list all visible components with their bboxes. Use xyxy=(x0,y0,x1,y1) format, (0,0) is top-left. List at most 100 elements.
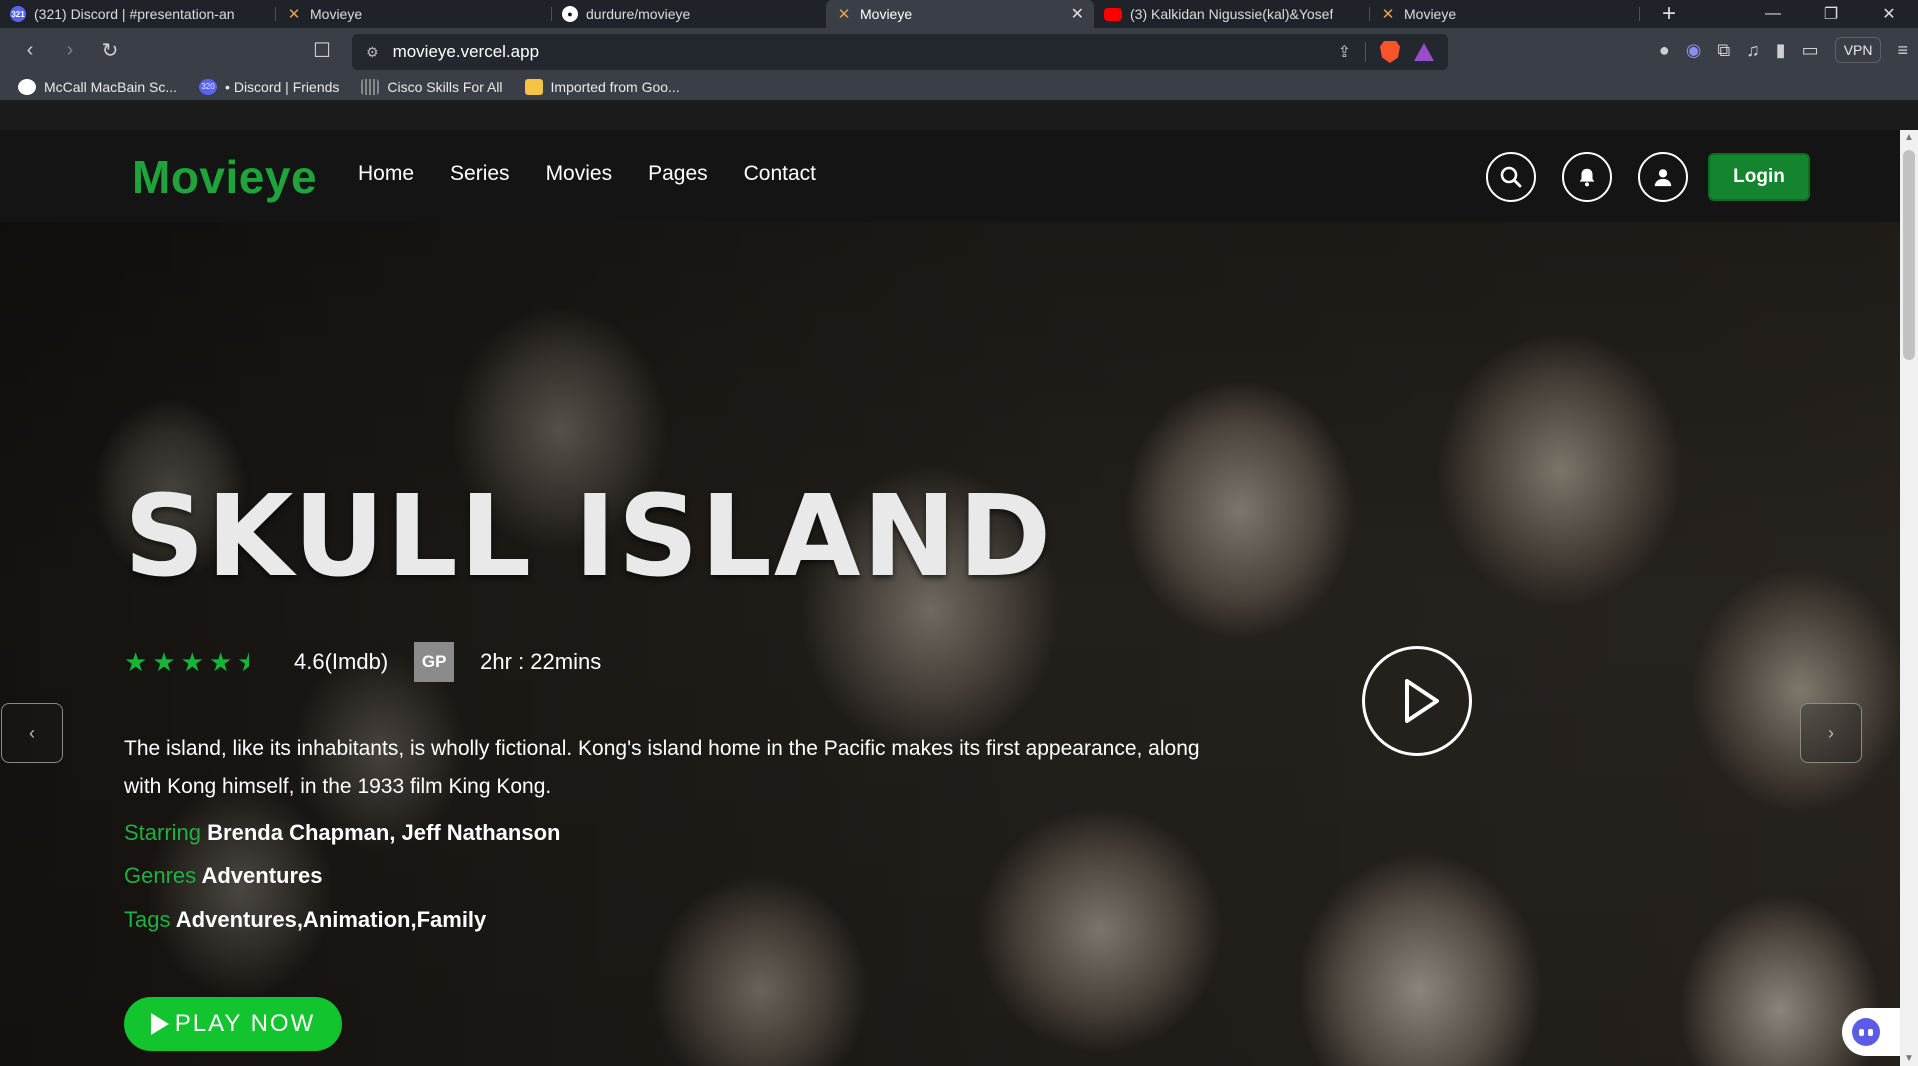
play-icon xyxy=(150,1013,169,1035)
tags-value: Adventures,Animation,Family xyxy=(175,907,487,932)
star-icon: ★ xyxy=(152,646,176,677)
star-icon: ★ xyxy=(124,646,148,677)
bookmark-item[interactable]: McCall MacBain Sc... xyxy=(18,79,177,95)
tab-label: (3) Kalkidan Nigussie(kal)&Yosef xyxy=(1130,6,1334,22)
login-button[interactable]: Login xyxy=(1708,153,1810,201)
nav-contact[interactable]: Contact xyxy=(744,162,816,186)
play-now-button[interactable]: PLAY NOW xyxy=(124,997,342,1051)
site-icon xyxy=(18,79,36,95)
assistant-icon xyxy=(1852,1018,1880,1046)
imdb-rating: 4.6(Imdb) xyxy=(294,649,389,674)
movie-meta: ★ ★ ★ ★ ★ 4.6(Imdb) GP 2hr : 22mins xyxy=(124,642,601,682)
notifications-button[interactable] xyxy=(1562,152,1612,202)
hero-banner: SKULL ISLAND ★ ★ ★ ★ ★ 4.6(Imdb) GP 2hr … xyxy=(0,222,1900,1066)
main-nav: Home Series Movies Pages Contact xyxy=(358,162,816,186)
genres-label: Genres xyxy=(124,863,197,888)
cisco-icon xyxy=(361,79,380,95)
scrollbar-thumb[interactable] xyxy=(1903,150,1915,360)
profile-button[interactable] xyxy=(1638,152,1688,202)
movie-title: SKULL ISLAND xyxy=(124,472,1054,602)
tab-label: (321) Discord | #presentation-an xyxy=(34,6,235,22)
slider-prev-button[interactable]: ‹ xyxy=(1,703,63,763)
back-icon[interactable]: ‹ xyxy=(10,34,50,66)
movieye-icon: ✕ xyxy=(837,6,851,23)
discord-icon: 321 xyxy=(10,6,26,22)
browser-tab-active[interactable]: ✕ Movieye ✕ xyxy=(826,0,1094,28)
address-bar[interactable]: ⚙ movieye.vercel.app ⇪ xyxy=(352,34,1448,70)
star-icon: ★ xyxy=(208,646,233,677)
duration: 2hr : 22mins xyxy=(480,649,602,674)
movieye-icon: ✕ xyxy=(1381,6,1395,23)
site-settings-icon[interactable]: ⚙ xyxy=(366,44,379,61)
bookmark-item[interactable]: Cisco Skills For All xyxy=(361,79,503,95)
github-icon: ● xyxy=(562,6,578,22)
movieye-icon: ✕ xyxy=(287,6,301,23)
brave-rewards-icon[interactable] xyxy=(1414,43,1434,61)
genres-value: Adventures xyxy=(201,863,323,888)
reload-icon[interactable]: ↻ xyxy=(90,34,130,66)
minimize-icon[interactable]: — xyxy=(1744,0,1802,28)
browser-tab[interactable]: ✕ Movieye xyxy=(276,0,552,28)
play-now-text[interactable]: play Now xyxy=(1498,688,1605,716)
discord-icon: 320 xyxy=(199,79,218,95)
menu-icon[interactable]: ≡ xyxy=(1897,40,1908,61)
browser-tab-bar: 321 (321) Discord | #presentation-an ✕ M… xyxy=(0,0,1918,28)
close-window-icon[interactable]: ✕ xyxy=(1860,0,1918,28)
extensions-puzzle-icon[interactable]: ⧉ xyxy=(1717,40,1730,61)
scroll-up-icon[interactable]: ▲ xyxy=(1904,132,1914,143)
certificate-badge: GP xyxy=(414,642,455,682)
browser-tab[interactable]: (3) Kalkidan Nigussie(kal)&Yosef xyxy=(1094,0,1370,28)
close-tab-icon[interactable]: ✕ xyxy=(1071,4,1084,24)
user-icon xyxy=(1654,169,1672,187)
starring-label: Starring xyxy=(124,820,202,845)
half-star-icon: ★ xyxy=(237,646,250,677)
star-rating: ★ ★ ★ ★ ★ xyxy=(124,647,264,678)
page-viewport: Movieye Home Series Movies Pages Contact… xyxy=(0,130,1900,1066)
chevron-left-icon: ‹ xyxy=(29,722,35,743)
site-header: Movieye Home Series Movies Pages Contact… xyxy=(0,130,1900,222)
starring-value: Brenda Chapman, Jeff Nathanson xyxy=(207,820,561,845)
wallet-icon[interactable]: ▭ xyxy=(1802,40,1819,61)
search-button[interactable] xyxy=(1486,152,1536,202)
vpn-button[interactable]: VPN xyxy=(1834,37,1882,63)
page-scrollbar[interactable]: ▲ ▼ xyxy=(1900,130,1918,1066)
media-icon[interactable]: ♫ xyxy=(1746,40,1760,61)
nav-pages[interactable]: Pages xyxy=(648,162,708,186)
nav-series[interactable]: Series xyxy=(450,162,510,186)
play-icon xyxy=(1405,679,1439,723)
bell-icon xyxy=(1579,168,1595,187)
tags-row: Tags Adventures,Animation,Family xyxy=(124,907,486,933)
share-icon[interactable]: ⇪ xyxy=(1338,42,1351,62)
site-logo[interactable]: Movieye xyxy=(132,150,317,204)
brave-shields-icon[interactable] xyxy=(1380,41,1400,63)
browser-tab[interactable]: 321 (321) Discord | #presentation-an xyxy=(0,0,276,28)
nav-movies[interactable]: Movies xyxy=(546,162,613,186)
browser-tab[interactable]: ✕ Movieye xyxy=(1370,0,1640,28)
nav-home[interactable]: Home xyxy=(358,162,414,186)
extension-icon[interactable]: ● xyxy=(1659,40,1670,61)
assistant-icon[interactable]: ◉ xyxy=(1686,40,1702,61)
youtube-icon xyxy=(1104,7,1122,21)
assistant-widget[interactable] xyxy=(1842,1008,1900,1056)
url-text[interactable]: movieye.vercel.app xyxy=(393,42,539,62)
tab-label: Movieye xyxy=(860,6,913,22)
play-trailer-button[interactable] xyxy=(1362,646,1472,756)
tab-label: Movieye xyxy=(1404,6,1457,22)
bookmark-item[interactable]: 320 • Discord | Friends xyxy=(199,79,339,95)
scroll-down-icon[interactable]: ▼ xyxy=(1904,1053,1914,1064)
slider-next-button[interactable]: › xyxy=(1800,703,1862,763)
tags-label: Tags xyxy=(124,907,171,932)
forward-icon[interactable]: › xyxy=(50,34,90,66)
bookmark-icon[interactable]: ☐ xyxy=(302,34,342,66)
bookmark-item[interactable]: Imported from Goo... xyxy=(524,79,680,95)
star-icon: ★ xyxy=(180,646,204,677)
tab-label: durdure/movieye xyxy=(586,6,691,22)
sidebar-icon[interactable]: ▮ xyxy=(1776,40,1786,61)
folder-icon xyxy=(524,79,543,95)
new-tab-button[interactable]: + xyxy=(1640,0,1698,28)
browser-tab[interactable]: ● durdure/movieye xyxy=(552,0,826,28)
starring-row: Starring Brenda Chapman, Jeff Nathanson xyxy=(124,820,560,846)
bookmarks-bar: McCall MacBain Sc... 320 • Discord | Fri… xyxy=(0,74,1918,100)
restore-icon[interactable]: ❐ xyxy=(1802,0,1860,28)
genres-row: Genres Adventures xyxy=(124,863,323,889)
